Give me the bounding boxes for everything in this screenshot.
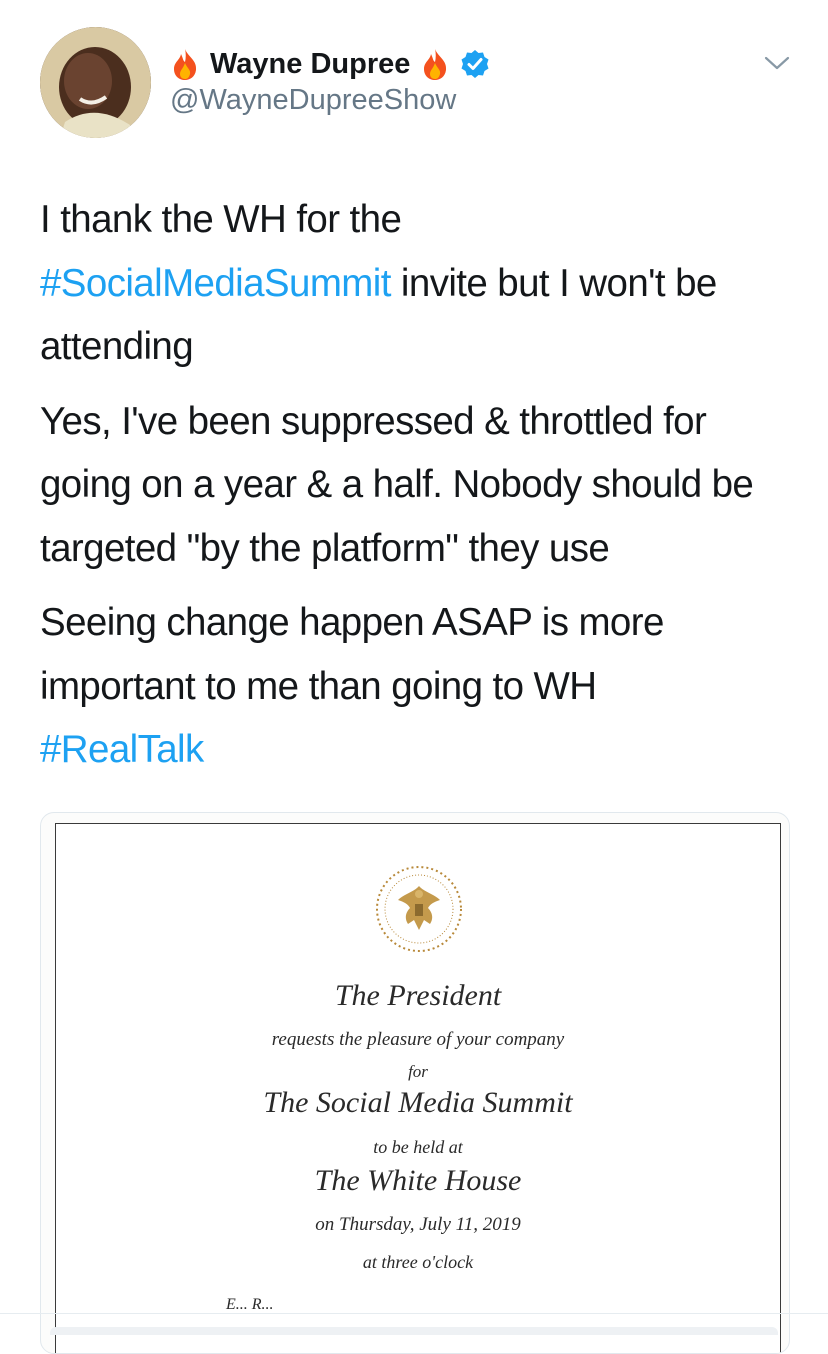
tweet-paragraph-1: I thank the WH for the #SocialMediaSummit… bbox=[40, 188, 800, 379]
tweet-text: I thank the WH for the #SocialMediaSummit… bbox=[40, 188, 800, 793]
invitation-line-cut-off: E... R... bbox=[226, 1296, 274, 1313]
tweet-text-segment: I thank the WH for the bbox=[40, 198, 402, 241]
fire-emoji-icon bbox=[174, 49, 197, 80]
divider bbox=[0, 1313, 828, 1314]
attached-image-card[interactable]: The President requests the pleasure of y… bbox=[40, 812, 790, 1354]
author-avatar[interactable] bbox=[40, 27, 151, 138]
invitation-line-for: for bbox=[408, 1062, 428, 1081]
next-card-edge bbox=[50, 1327, 778, 1335]
invitation-line-event: The Social Media Summit bbox=[263, 1086, 573, 1119]
author-name-row[interactable]: Wayne Dupree bbox=[170, 44, 490, 84]
tweet-paragraph-2: Yes, I've been suppressed & throttled fo… bbox=[40, 399, 754, 570]
author-handle[interactable]: @WayneDupreeShow bbox=[170, 84, 456, 117]
invitation-line-time: at three o'clock bbox=[362, 1252, 474, 1272]
hashtag-link-realtalk[interactable]: #RealTalk bbox=[40, 728, 204, 771]
avatar-portrait-icon bbox=[40, 27, 151, 138]
presidential-seal-icon bbox=[376, 866, 462, 952]
invitation-line-president: The President bbox=[334, 979, 502, 1012]
verified-badge-icon bbox=[461, 50, 489, 78]
chevron-down-icon[interactable] bbox=[764, 55, 790, 71]
tweet-paragraph-3: Seeing change happen ASAP is more import… bbox=[40, 591, 800, 782]
fire-emoji-icon bbox=[424, 49, 447, 80]
tweet-text-segment: Seeing change happen ASAP is more import… bbox=[40, 601, 664, 708]
invitation-line-request: requests the pleasure of your company bbox=[271, 1029, 565, 1050]
hashtag-link-socialmediasummit[interactable]: #SocialMediaSummit bbox=[40, 262, 391, 305]
invitation-line-date: on Thursday, July 11, 2019 bbox=[315, 1214, 521, 1235]
author-name[interactable]: Wayne Dupree bbox=[210, 48, 410, 81]
invitation-image: The President requests the pleasure of y… bbox=[55, 823, 781, 1353]
invitation-line-held-at: to be held at bbox=[373, 1137, 463, 1157]
invitation-line-venue: The White House bbox=[314, 1164, 522, 1197]
